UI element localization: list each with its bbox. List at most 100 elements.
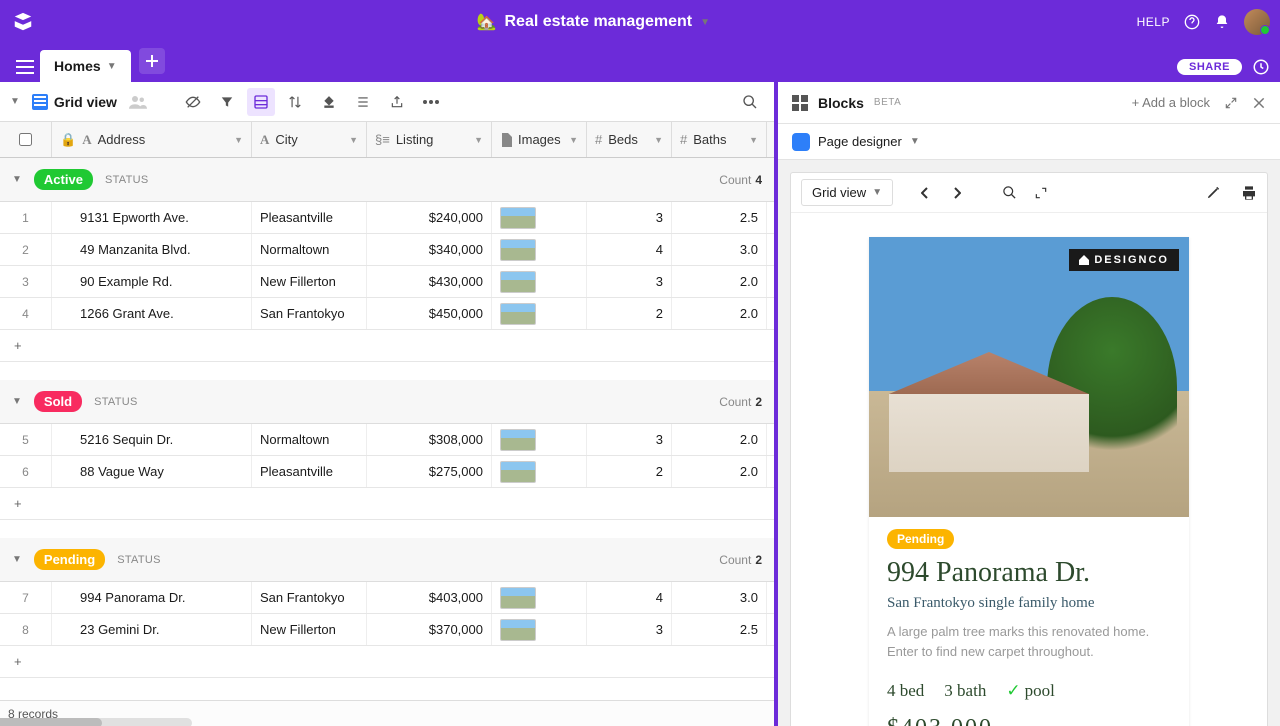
cell-beds[interactable]: 3 <box>587 202 672 233</box>
image-thumbnail[interactable] <box>500 461 536 483</box>
chevron-down-icon[interactable]: ▼ <box>107 61 117 72</box>
image-thumbnail[interactable] <box>500 619 536 641</box>
cell-images[interactable] <box>492 614 587 645</box>
chevron-down-icon[interactable]: ▼ <box>749 135 758 145</box>
cell-city[interactable]: San Frantokyo <box>252 298 367 329</box>
cell-baths[interactable]: 2.0 <box>672 456 767 487</box>
table-row[interactable]: 4 1266 Grant Ave. San Frantokyo $450,000… <box>0 298 774 330</box>
cell-address[interactable]: 994 Panorama Dr. <box>52 582 252 613</box>
cell-baths[interactable]: 2.5 <box>672 614 767 645</box>
canvas-view-select[interactable]: Grid view ▼ <box>801 179 893 206</box>
table-row[interactable]: 1 9131 Epworth Ave. Pleasantville $240,0… <box>0 202 774 234</box>
chevron-down-icon[interactable]: ▼ <box>349 135 358 145</box>
collaborators-icon[interactable] <box>129 95 147 109</box>
row-number[interactable]: 2 <box>0 234 52 265</box>
cell-address[interactable]: 5216 Sequin Dr. <box>52 424 252 455</box>
view-switcher[interactable]: Grid view <box>26 90 123 114</box>
checkbox-column[interactable] <box>0 122 52 157</box>
add-record-button[interactable]: + <box>0 646 774 678</box>
cell-beds[interactable]: 3 <box>587 614 672 645</box>
column-images[interactable]: Images ▼ <box>492 122 587 157</box>
prev-record-icon[interactable] <box>911 179 939 207</box>
color-icon[interactable] <box>315 88 343 116</box>
cell-listing[interactable]: $308,000 <box>367 424 492 455</box>
cell-city[interactable]: San Frantokyo <box>252 582 367 613</box>
collapse-icon[interactable]: ▼ <box>12 174 22 185</box>
designer-title[interactable]: Page designer <box>818 134 902 149</box>
search-icon[interactable] <box>995 179 1023 207</box>
row-number[interactable]: 1 <box>0 202 52 233</box>
tab-homes[interactable]: Homes ▼ <box>40 50 131 82</box>
row-number[interactable]: 8 <box>0 614 52 645</box>
chevron-down-icon[interactable]: ▼ <box>474 135 483 145</box>
share-button[interactable]: SHARE <box>1177 59 1242 75</box>
group-header[interactable]: ▼ Active STATUS Count4 <box>0 158 774 202</box>
next-record-icon[interactable] <box>943 179 971 207</box>
cell-images[interactable] <box>492 234 587 265</box>
column-baths[interactable]: # Baths ▼ <box>672 122 767 157</box>
chevron-down-icon[interactable]: ▼ <box>234 135 243 145</box>
cell-baths[interactable]: 2.0 <box>672 266 767 297</box>
cell-listing[interactable]: $340,000 <box>367 234 492 265</box>
cell-address[interactable]: 1266 Grant Ave. <box>52 298 252 329</box>
cell-listing[interactable]: $403,000 <box>367 582 492 613</box>
chevron-down-icon[interactable]: ▼ <box>910 136 920 147</box>
base-title[interactable]: 🏡 Real estate management ▼ <box>50 12 1137 32</box>
column-listing[interactable]: §≡ Listing ▼ <box>367 122 492 157</box>
image-thumbnail[interactable] <box>500 303 536 325</box>
select-all-checkbox[interactable] <box>19 133 32 146</box>
view-menu-icon[interactable]: ▼ <box>10 96 20 107</box>
filter-icon[interactable] <box>213 88 241 116</box>
row-number[interactable]: 7 <box>0 582 52 613</box>
table-row[interactable]: 6 88 Vague Way Pleasantville $275,000 2 … <box>0 456 774 488</box>
help-icon[interactable] <box>1184 14 1200 30</box>
group-header[interactable]: ▼ Pending STATUS Count2 <box>0 538 774 582</box>
image-thumbnail[interactable] <box>500 239 536 261</box>
cell-city[interactable]: New Fillerton <box>252 266 367 297</box>
cell-baths[interactable]: 2.0 <box>672 424 767 455</box>
share-view-icon[interactable] <box>383 88 411 116</box>
search-icon[interactable] <box>736 88 764 116</box>
column-city[interactable]: A City ▼ <box>252 122 367 157</box>
add-record-button[interactable]: + <box>0 488 774 520</box>
cell-listing[interactable]: $450,000 <box>367 298 492 329</box>
cell-beds[interactable]: 3 <box>587 424 672 455</box>
table-row[interactable]: 2 49 Manzanita Blvd. Normaltown $340,000… <box>0 234 774 266</box>
cell-address[interactable]: 9131 Epworth Ave. <box>52 202 252 233</box>
group-icon[interactable] <box>247 88 275 116</box>
history-icon[interactable] <box>1252 58 1270 76</box>
cell-listing[interactable]: $275,000 <box>367 456 492 487</box>
cell-beds[interactable]: 4 <box>587 582 672 613</box>
cell-address[interactable]: 90 Example Rd. <box>52 266 252 297</box>
cell-city[interactable]: Normaltown <box>252 234 367 265</box>
cell-city[interactable]: Normaltown <box>252 424 367 455</box>
image-thumbnail[interactable] <box>500 429 536 451</box>
cell-images[interactable] <box>492 202 587 233</box>
row-number[interactable]: 6 <box>0 456 52 487</box>
image-thumbnail[interactable] <box>500 271 536 293</box>
cell-address[interactable]: 23 Gemini Dr. <box>52 614 252 645</box>
cell-city[interactable]: Pleasantville <box>252 456 367 487</box>
row-number[interactable]: 5 <box>0 424 52 455</box>
help-link[interactable]: HELP <box>1137 15 1170 29</box>
cell-beds[interactable]: 3 <box>587 266 672 297</box>
chevron-down-icon[interactable]: ▼ <box>569 135 578 145</box>
cell-images[interactable] <box>492 582 587 613</box>
table-row[interactable]: 5 5216 Sequin Dr. Normaltown $308,000 3 … <box>0 424 774 456</box>
cell-city[interactable]: New Fillerton <box>252 614 367 645</box>
print-icon[interactable] <box>1241 185 1257 201</box>
cell-images[interactable] <box>492 424 587 455</box>
add-record-button[interactable]: + <box>0 330 774 362</box>
scrollbar-thumb[interactable] <box>0 718 102 726</box>
avatar[interactable] <box>1244 9 1270 35</box>
cell-beds[interactable]: 4 <box>587 234 672 265</box>
add-block-button[interactable]: + Add a block <box>1132 95 1210 110</box>
cell-images[interactable] <box>492 298 587 329</box>
group-header[interactable]: ▼ Sold STATUS Count2 <box>0 380 774 424</box>
cell-images[interactable] <box>492 266 587 297</box>
bell-icon[interactable] <box>1214 14 1230 30</box>
cell-listing[interactable]: $240,000 <box>367 202 492 233</box>
hide-fields-icon[interactable] <box>179 88 207 116</box>
row-height-icon[interactable] <box>349 88 377 116</box>
sort-icon[interactable] <box>281 88 309 116</box>
